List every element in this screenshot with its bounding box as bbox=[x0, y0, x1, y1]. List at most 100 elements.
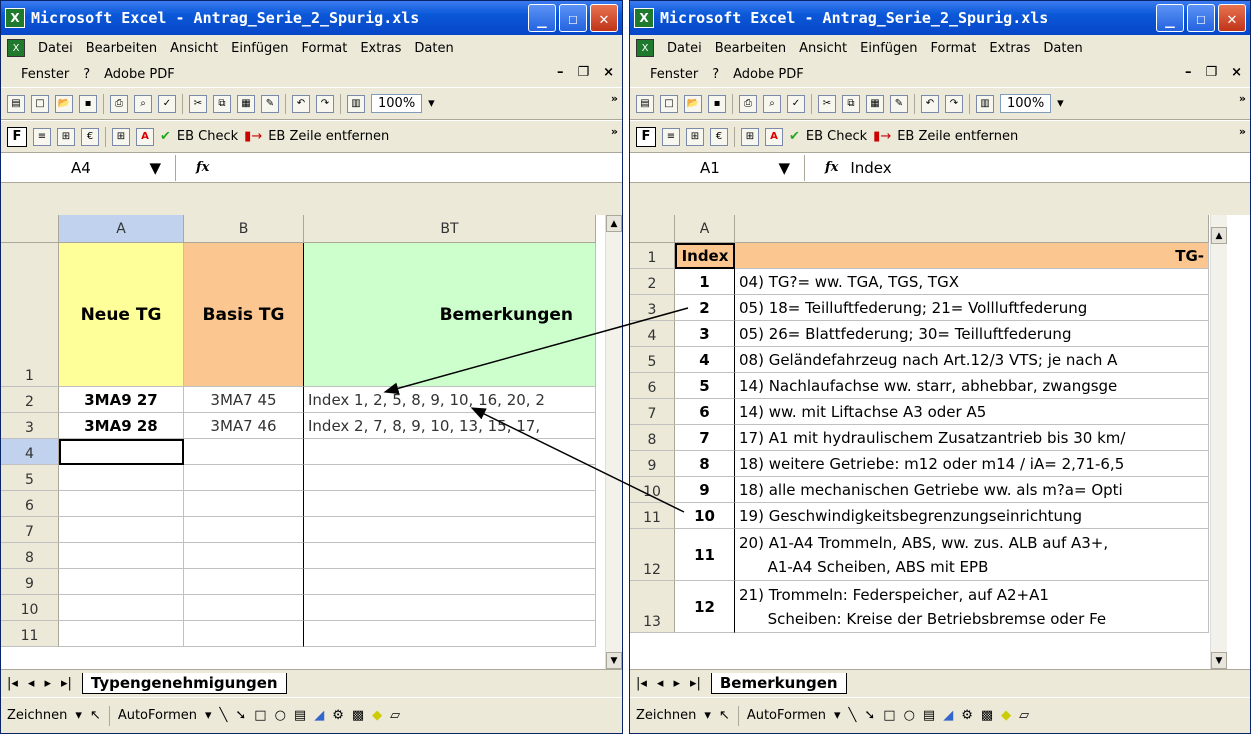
row-header[interactable]: 8 bbox=[1, 543, 59, 569]
rectangle-icon[interactable]: □ bbox=[883, 708, 895, 723]
cell[interactable]: 21) Trommeln: Federspeicher, auf A2+A1 S… bbox=[735, 581, 1209, 633]
menu-fenster[interactable]: Fenster bbox=[650, 67, 698, 82]
fill-color-icon[interactable]: ◆ bbox=[1001, 708, 1011, 723]
align-icon[interactable]: ≡ bbox=[33, 127, 51, 146]
column-header[interactable]: B bbox=[184, 215, 304, 243]
clipart-icon[interactable]: ▩ bbox=[352, 708, 364, 723]
formula-input[interactable]: Index bbox=[850, 159, 891, 177]
format-painter-icon[interactable]: ✎ bbox=[261, 94, 279, 113]
cell[interactable]: 14) Nachlaufachse ww. starr, abhebbar, z… bbox=[735, 373, 1209, 399]
menu-format[interactable]: Format bbox=[302, 41, 348, 56]
chart-icon[interactable]: ▥ bbox=[347, 94, 365, 113]
bold-f-button[interactable]: F bbox=[636, 126, 656, 147]
select-all-corner[interactable] bbox=[630, 215, 675, 243]
undo-icon[interactable]: ↶ bbox=[921, 94, 939, 113]
cell[interactable] bbox=[304, 491, 596, 517]
first-sheet-icon[interactable]: |◂ bbox=[7, 676, 18, 691]
cell[interactable] bbox=[184, 465, 304, 491]
save-icon[interactable]: ▪ bbox=[79, 94, 97, 113]
row-header[interactable]: 6 bbox=[1, 491, 59, 517]
arrow-icon[interactable]: ➘ bbox=[864, 708, 875, 723]
open-icon[interactable]: 📂 bbox=[684, 94, 702, 113]
borders-icon[interactable]: ⊞ bbox=[112, 127, 130, 146]
spelling-icon[interactable]: ✓ bbox=[158, 94, 176, 113]
title-bar[interactable]: X Microsoft Excel - Antrag_Serie_2_Spuri… bbox=[1, 1, 622, 35]
menu-daten[interactable]: Daten bbox=[414, 41, 453, 56]
cell[interactable]: 3 bbox=[675, 321, 735, 347]
cell[interactable]: 3MA7 46 bbox=[184, 413, 304, 439]
cell[interactable]: Neue TG bbox=[59, 243, 184, 387]
cell[interactable]: 05) 18= Teilluftfederung; 21= Vollluftfe… bbox=[735, 295, 1209, 321]
column-header[interactable]: A bbox=[59, 215, 184, 243]
zoom-select[interactable]: 100% bbox=[1000, 94, 1052, 113]
cell[interactable]: Index bbox=[675, 243, 735, 269]
chevron-down-icon[interactable]: ▾ bbox=[704, 708, 711, 723]
cell[interactable]: 11 bbox=[675, 529, 735, 581]
mdi-close-icon[interactable]: × bbox=[1231, 65, 1242, 80]
excel-icon[interactable]: X bbox=[5, 8, 25, 28]
redo-icon[interactable]: ↷ bbox=[945, 94, 963, 113]
merge-icon[interactable]: ⊞ bbox=[57, 127, 75, 146]
cell[interactable] bbox=[59, 439, 184, 465]
row-header[interactable]: 12 bbox=[630, 529, 675, 581]
zoom-select[interactable]: 100% bbox=[371, 94, 423, 113]
menu-einfuegen[interactable]: Einfügen bbox=[860, 41, 917, 56]
cell[interactable] bbox=[304, 595, 596, 621]
font-color-icon[interactable]: A bbox=[136, 127, 154, 146]
menu-einfuegen[interactable]: Einfügen bbox=[231, 41, 288, 56]
mdi-restore-icon[interactable]: ❐ bbox=[577, 65, 589, 80]
textbox-icon[interactable]: ▤ bbox=[294, 708, 306, 723]
close-button[interactable]: ✕ bbox=[590, 4, 618, 32]
cell[interactable]: Index 1, 2, 5, 8, 9, 10, 16, 20, 2 bbox=[304, 387, 596, 413]
next-sheet-icon[interactable]: ▸ bbox=[44, 676, 51, 691]
menu-format[interactable]: Format bbox=[931, 41, 977, 56]
cell[interactable]: 3MA9 28 bbox=[59, 413, 184, 439]
menu-bearbeiten[interactable]: Bearbeiten bbox=[715, 41, 786, 56]
chevron-down-icon[interactable]: ▾ bbox=[1057, 96, 1064, 111]
print-icon[interactable]: ⎙ bbox=[739, 94, 757, 113]
name-box[interactable]: A1 ▼ bbox=[630, 154, 805, 181]
column-header[interactable]: BT bbox=[304, 215, 596, 243]
arrow-icon[interactable]: ➘ bbox=[235, 708, 246, 723]
scroll-up-icon[interactable]: ▲ bbox=[606, 215, 622, 232]
chevron-down-icon[interactable]: ▼ bbox=[149, 159, 161, 177]
euro-icon[interactable]: € bbox=[710, 127, 728, 146]
cell[interactable]: 3MA9 27 bbox=[59, 387, 184, 413]
cell[interactable]: 14) ww. mit Liftachse A3 oder A5 bbox=[735, 399, 1209, 425]
oval-icon[interactable]: ○ bbox=[904, 708, 915, 723]
draw-menu[interactable]: Zeichnen bbox=[7, 708, 67, 723]
cut-icon[interactable]: ✂ bbox=[189, 94, 207, 113]
diagram-icon[interactable]: ⚙ bbox=[961, 708, 973, 723]
fill-color-icon[interactable]: ◆ bbox=[372, 708, 382, 723]
print-icon[interactable]: ⎙ bbox=[110, 94, 128, 113]
toolbar-options-icon[interactable]: » bbox=[611, 125, 618, 138]
menu-extras[interactable]: Extras bbox=[989, 41, 1030, 56]
sheet-tab[interactable]: Typengenehmigungen bbox=[81, 673, 287, 694]
row-header[interactable]: 11 bbox=[1, 621, 59, 647]
cell[interactable]: 04) TG?= ww. TGA, TGS, TGX bbox=[735, 269, 1209, 295]
cell[interactable] bbox=[304, 465, 596, 491]
chevron-down-icon[interactable]: ▾ bbox=[834, 708, 841, 723]
chevron-down-icon[interactable]: ▾ bbox=[205, 708, 212, 723]
first-sheet-icon[interactable]: |◂ bbox=[636, 676, 647, 691]
select-pointer-icon[interactable]: ↖ bbox=[90, 708, 101, 723]
cell[interactable] bbox=[184, 517, 304, 543]
menu-ansicht[interactable]: Ansicht bbox=[799, 41, 847, 56]
textbox-icon[interactable]: ▤ bbox=[923, 708, 935, 723]
format-painter-icon[interactable]: ✎ bbox=[890, 94, 908, 113]
paste-icon[interactable]: ▦ bbox=[866, 94, 884, 113]
select-pointer-icon[interactable]: ↖ bbox=[719, 708, 730, 723]
merge-icon[interactable]: ⊞ bbox=[686, 127, 704, 146]
eb-remove-button[interactable]: EB Zeile entfernen bbox=[268, 129, 389, 144]
row-header[interactable]: 2 bbox=[1, 387, 59, 413]
cell[interactable] bbox=[59, 543, 184, 569]
font-color-icon[interactable]: A bbox=[765, 127, 783, 146]
rectangle-icon[interactable]: □ bbox=[254, 708, 266, 723]
maximize-button[interactable]: ☐ bbox=[559, 4, 587, 32]
spreadsheet-grid[interactable]: A 1 Index TG- 2 1 04) TG?= ww. TGA, TGS, TGX 3 2… bbox=[630, 215, 1250, 669]
chart-icon[interactable]: ▥ bbox=[976, 94, 994, 113]
eb-check-button[interactable]: EB Check bbox=[806, 129, 867, 144]
cell[interactable] bbox=[184, 595, 304, 621]
cell[interactable] bbox=[59, 595, 184, 621]
cell[interactable]: 7 bbox=[675, 425, 735, 451]
